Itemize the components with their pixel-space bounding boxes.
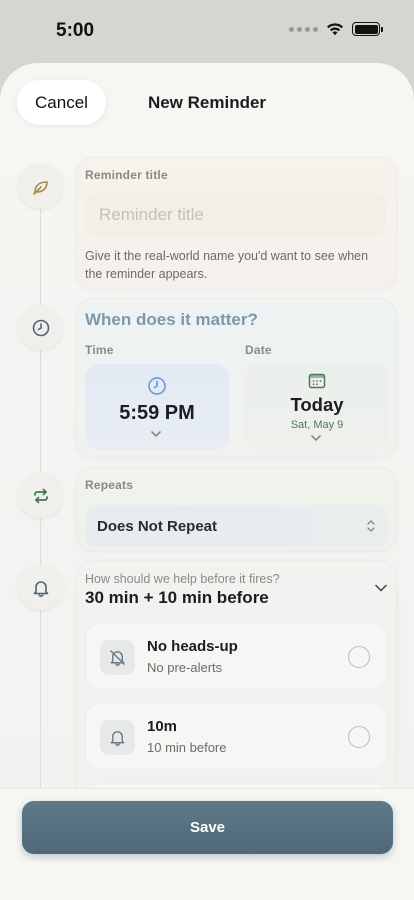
chevron-down-icon[interactable]: [374, 583, 388, 593]
date-subtitle: Sat, May 9: [290, 419, 344, 431]
option-radio[interactable]: [348, 726, 370, 748]
leaf-icon: [32, 180, 48, 195]
wifi-icon: [327, 23, 343, 36]
when-heading: When does it matter?: [85, 310, 258, 329]
reminder-title-input[interactable]: [85, 193, 386, 237]
chevron-down-icon: [151, 431, 161, 437]
title-card: Reminder title Give it the real-world na…: [76, 157, 397, 290]
alerts-summary: 30 min + 10 min before: [85, 588, 269, 607]
option-icon-box: [100, 640, 135, 675]
repeats-label: Repeats: [85, 478, 134, 492]
clock-icon: [148, 377, 166, 395]
chevron-down-icon: [311, 435, 321, 441]
repeat-select[interactable]: Does Not Repeat: [85, 505, 388, 547]
status-time: 5:00: [56, 20, 95, 41]
option-icon-box: [100, 720, 135, 755]
status-bar: 5:00: [0, 0, 414, 62]
signal-dots-icon: [289, 26, 318, 32]
option-title: No heads-up: [147, 638, 238, 655]
option-subtitle: No pre-alerts: [147, 660, 223, 675]
leaf-step-icon: [18, 164, 63, 209]
repeat-selected-value: Does Not Repeat: [97, 517, 218, 535]
option-subtitle: 10 min before: [147, 740, 227, 755]
page-title-text: New Reminder: [147, 93, 267, 112]
battery-icon: [352, 22, 383, 36]
bell-icon: [33, 580, 48, 597]
date-value: Today: [290, 394, 344, 415]
option-radio[interactable]: [348, 646, 370, 668]
option-title: 10m: [147, 718, 178, 735]
repeat-step-icon: [18, 473, 63, 518]
repeats-card: Repeats Does Not Repeat: [76, 467, 397, 551]
chevron-up-down-icon: [367, 520, 375, 532]
clock-step-icon: [18, 305, 63, 350]
new-reminder-sheet: Cancel New Reminder Reminder title G: [0, 63, 414, 900]
time-picker-button[interactable]: 5:59 PM: [85, 364, 229, 450]
footer-bar: Save: [0, 788, 414, 900]
time-value: 5:59 PM: [119, 402, 195, 424]
clock-icon: [32, 319, 49, 336]
date-label: Date: [245, 343, 272, 357]
page-title: New Reminder: [0, 93, 414, 113]
bell-step-icon: [18, 565, 63, 610]
when-card: When does it matter? Time Date 5:59 PM T…: [76, 298, 397, 458]
alert-option-no-heads-up[interactable]: No heads-up No pre-alerts: [85, 623, 388, 689]
date-picker-button[interactable]: Today Sat, May 9: [245, 364, 389, 450]
status-icons: [289, 22, 383, 36]
save-button[interactable]: Save: [22, 801, 393, 854]
title-card-label: Reminder title: [85, 168, 168, 182]
repeat-icon: [33, 488, 48, 503]
alerts-question: How should we help before it fires?: [85, 572, 280, 586]
bell-slash-icon: [110, 650, 125, 666]
alert-option-10m[interactable]: 10m 10 min before: [85, 703, 388, 769]
time-label: Time: [85, 343, 114, 357]
bell-icon: [110, 731, 125, 746]
title-helper-text: Give it the real-world name you'd want t…: [85, 249, 369, 281]
calendar-icon: [308, 373, 326, 389]
